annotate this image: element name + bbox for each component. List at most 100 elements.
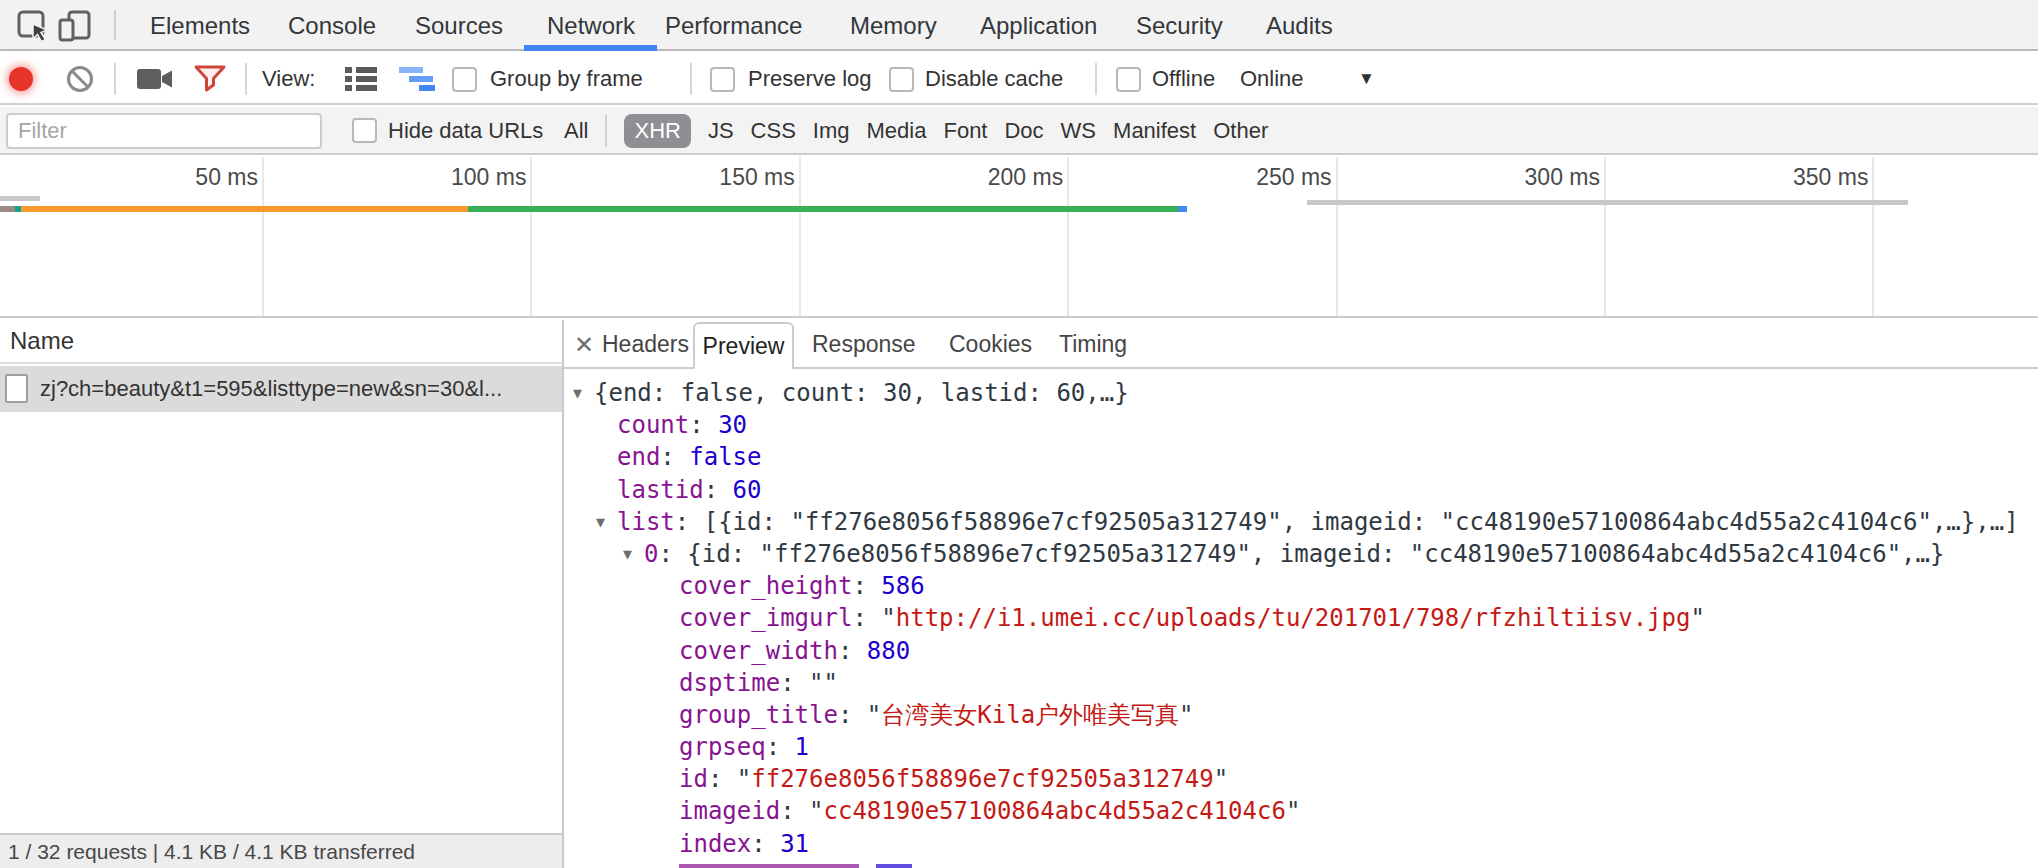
tab-network[interactable]: Network bbox=[547, 0, 635, 51]
json-token-num: 1 bbox=[795, 733, 809, 761]
filter-type-font[interactable]: Font bbox=[943, 118, 987, 144]
devtools-tab-bar: Elements Console Sources Network Performance… bbox=[0, 0, 2038, 51]
json-tree-row[interactable]: imageid: "cc48190e57100864abc4d55a2c4104… bbox=[564, 795, 2038, 827]
filter-type-all[interactable]: All bbox=[564, 118, 588, 144]
json-token-key: 0 bbox=[644, 540, 658, 568]
json-token-plain: " bbox=[1286, 797, 1300, 825]
overview-request-bar bbox=[1307, 200, 1908, 205]
json-token-plain: {end: false, count: 30, lastid: 60,…} bbox=[594, 379, 1129, 407]
json-tree-row[interactable]: lastid: 60 bbox=[564, 474, 2038, 506]
tab-elements[interactable]: Elements bbox=[150, 0, 250, 51]
filter-type-xhr[interactable]: XHR bbox=[624, 114, 690, 148]
timeline-label: 100 ms bbox=[376, 164, 526, 191]
toolbar-separator bbox=[114, 63, 116, 95]
detail-tab-preview[interactable]: Preview bbox=[693, 322, 794, 369]
detail-tab-headers[interactable]: Headers bbox=[602, 320, 689, 369]
overview-request-bar bbox=[468, 206, 1178, 212]
screenshot-camera-icon[interactable] bbox=[136, 53, 174, 105]
filter-type-media[interactable]: Media bbox=[867, 118, 927, 144]
filter-type-ws[interactable]: WS bbox=[1061, 118, 1096, 144]
json-token-str: 台湾美女Kila户外唯美写真 bbox=[881, 701, 1179, 729]
json-token-plain: : bbox=[704, 476, 733, 504]
timeline-gridline bbox=[530, 157, 532, 316]
request-details-panel: ✕ HeadersPreview Response Cookies Timing ▼ {… bbox=[562, 320, 2038, 868]
json-tree-row[interactable]: dsptime: "" bbox=[564, 667, 2038, 699]
throttling-dropdown-arrow[interactable]: ▼ bbox=[1358, 53, 1375, 105]
json-tree-row[interactable]: count: 30 bbox=[564, 409, 2038, 441]
filter-type-doc[interactable]: Doc bbox=[1004, 118, 1043, 144]
json-tree-row[interactable]: index: 31 bbox=[564, 828, 2038, 860]
overview-request-bar bbox=[0, 206, 15, 212]
json-token-num: 31 bbox=[780, 830, 809, 858]
tab-audits[interactable]: Audits bbox=[1266, 0, 1333, 51]
name-column-header[interactable]: Name bbox=[0, 320, 562, 364]
inspect-element-icon[interactable] bbox=[16, 9, 50, 47]
device-toolbar-icon[interactable] bbox=[57, 9, 93, 47]
filter-funnel-icon[interactable] bbox=[193, 53, 227, 105]
json-token-plain: : bbox=[660, 443, 689, 471]
list-view-icon[interactable] bbox=[345, 53, 377, 105]
json-tree-row[interactable]: cover_width: 880 bbox=[564, 635, 2038, 667]
json-token-str: cc48190e57100864abc4d55a2c4104c6 bbox=[824, 797, 1286, 825]
hide-data-urls-checkbox[interactable] bbox=[352, 118, 377, 143]
json-token-key: count bbox=[617, 411, 689, 439]
network-toolbar: View: Group by frame Preserve log Disabl… bbox=[0, 53, 2038, 105]
json-tree-row[interactable]: group_title: "台湾美女Kila户外唯美写真" bbox=[564, 699, 2038, 731]
waterfall-view-icon[interactable] bbox=[397, 53, 439, 105]
preserve-log-checkbox[interactable] bbox=[710, 67, 735, 92]
timeline-label: 300 ms bbox=[1450, 164, 1600, 191]
timeline-gridline bbox=[1067, 157, 1069, 316]
filter-type-css[interactable]: CSS bbox=[751, 118, 796, 144]
filter-input[interactable] bbox=[6, 113, 322, 149]
json-token-key: index bbox=[679, 830, 751, 858]
hide-data-urls-label: Hide data URLs bbox=[388, 107, 543, 155]
timeline-label: 50 ms bbox=[108, 164, 258, 191]
json-token-key: lastid bbox=[617, 476, 704, 504]
json-token-plain: : bbox=[689, 411, 718, 439]
offline-checkbox[interactable] bbox=[1116, 67, 1141, 92]
request-row[interactable]: zj?ch=beauty&t1=595&listtype=new&sn=30&l… bbox=[0, 366, 562, 412]
expand-arrow-icon[interactable]: ▼ bbox=[596, 506, 605, 538]
filter-type-manifest[interactable]: Manifest bbox=[1113, 118, 1196, 144]
clear-icon[interactable] bbox=[66, 53, 94, 105]
record-button[interactable] bbox=[9, 67, 33, 91]
expand-arrow-icon[interactable]: ▼ bbox=[573, 377, 582, 409]
disable-cache-checkbox[interactable] bbox=[889, 67, 914, 92]
request-file-icon bbox=[5, 374, 28, 403]
json-tree-row[interactable]: ▼0: {id: "ff276e8056f58896e7cf92505a3127… bbox=[564, 538, 2038, 570]
tab-security[interactable]: Security bbox=[1136, 0, 1223, 51]
json-tree-row[interactable]: cover_height: 586 bbox=[564, 570, 2038, 602]
selected-tab-underline bbox=[524, 45, 657, 51]
json-tree-row[interactable]: ▼ {end: false, count: 30, lastid: 60,…} bbox=[564, 377, 2038, 409]
filter-type-img[interactable]: Img bbox=[813, 118, 850, 144]
detail-tab-cookies[interactable]: Cookies bbox=[949, 320, 1032, 369]
tab-performance[interactable]: Performance bbox=[665, 0, 802, 51]
tab-console[interactable]: Console bbox=[288, 0, 376, 51]
json-token-key: group_title bbox=[679, 701, 838, 729]
filter-type-js[interactable]: JS bbox=[708, 118, 734, 144]
tab-sources[interactable]: Sources bbox=[415, 0, 503, 51]
json-token-key: grpseq bbox=[679, 733, 766, 761]
throttling-select[interactable]: Online bbox=[1240, 53, 1304, 105]
expand-arrow-icon[interactable]: ▼ bbox=[623, 538, 632, 570]
detail-tab-response[interactable]: Response bbox=[812, 320, 916, 369]
json-token-key: cover_imgurl bbox=[679, 604, 852, 632]
timeline-overview[interactable]: 50 ms100 ms150 ms200 ms250 ms300 ms350 m… bbox=[0, 157, 2038, 318]
view-label: View: bbox=[262, 53, 315, 105]
group-by-frame-checkbox[interactable] bbox=[452, 67, 477, 92]
json-tree-row[interactable]: cover_imgurl: "http://i1.umei.cc/uploads… bbox=[564, 602, 2038, 634]
close-details-icon[interactable]: ✕ bbox=[574, 320, 594, 369]
json-tree-row[interactable]: grpseq: 1 bbox=[564, 731, 2038, 763]
json-token-plain: : " bbox=[780, 797, 823, 825]
json-tree-row[interactable]: ▼list: [{id: "ff276e8056f58896e7cf92505a… bbox=[564, 506, 2038, 538]
tab-memory[interactable]: Memory bbox=[850, 0, 937, 51]
clipped-row-sliver bbox=[679, 864, 859, 868]
json-tree-row[interactable]: id: "ff276e8056f58896e7cf92505a312749" bbox=[564, 763, 2038, 795]
status-summary: 1 / 32 requests | 4.1 KB / 4.1 KB transf… bbox=[8, 840, 415, 864]
timeline-gridline bbox=[1872, 157, 1874, 316]
filter-type-other[interactable]: Other bbox=[1213, 118, 1268, 144]
json-token-key: dsptime bbox=[679, 669, 780, 697]
detail-tab-timing[interactable]: Timing bbox=[1059, 320, 1127, 369]
json-tree-row[interactable]: end: false bbox=[564, 441, 2038, 473]
tab-application[interactable]: Application bbox=[980, 0, 1097, 51]
